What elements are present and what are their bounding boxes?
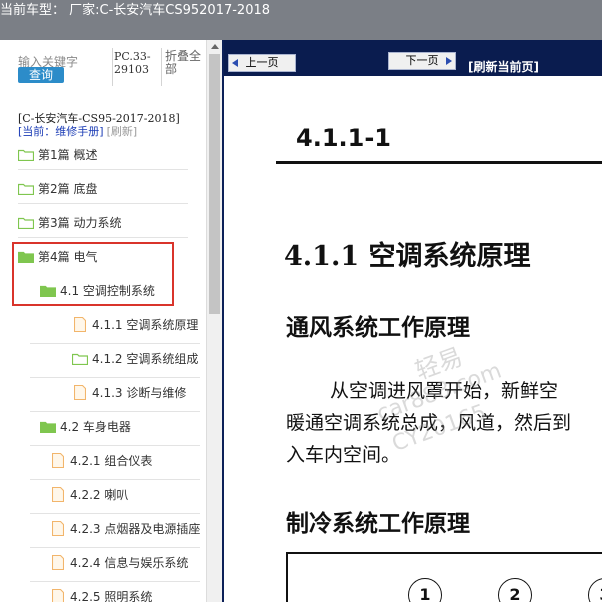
scrollbar-thumb[interactable]: [209, 54, 220, 314]
divider: [18, 237, 188, 238]
file-icon: [52, 589, 64, 602]
callout-2: 2: [498, 578, 532, 602]
breadcrumb-model: [C-长安汽车-CS95-2017-2018]: [18, 112, 180, 125]
prev-page-label: 上一页: [245, 56, 279, 69]
window-titlebar: 当前车型： 厂家:C-长安汽车CS952017-2018: [0, 0, 602, 40]
divider: [112, 48, 113, 86]
tree-item-label: 第2篇 底盘: [38, 182, 98, 196]
next-page-label: 下一页: [405, 54, 439, 67]
tree-item-label: 第1篇 概述: [38, 148, 98, 162]
folder-icon: [18, 217, 34, 229]
doc-code: PC.33-29103: [114, 50, 151, 76]
divider: [30, 343, 200, 344]
tree-item-label: 4.2.4 信息与娱乐系统: [70, 556, 189, 570]
divider: [30, 411, 200, 412]
divider: [30, 479, 200, 480]
prev-page-button[interactable]: 上一页: [228, 54, 296, 72]
selection-highlight-box: [12, 242, 174, 306]
arrow-left-icon: [232, 59, 238, 67]
breadcrumb-current[interactable]: [当前：维修手册]: [18, 125, 104, 138]
divider: [18, 203, 188, 204]
document-panel: 上一页 下一页 [刷新当前页] 4.1.1-1 4.1.1 空调系统原理 通风系…: [222, 40, 602, 602]
divider: [30, 581, 200, 582]
file-icon: [52, 487, 64, 502]
scroll-up-arrow-icon[interactable]: [211, 44, 219, 49]
divider: [30, 377, 200, 378]
diagram-figure: 1 2 3: [286, 552, 602, 602]
callout-1: 1: [408, 578, 442, 602]
tree-item-label: 4.2.2 喇叭: [70, 488, 129, 502]
refresh-page-link[interactable]: [刷新当前页]: [468, 58, 539, 75]
callout-3: 3: [588, 578, 602, 602]
window-title: 当前车型： 厂家:C-长安汽车CS952017-2018: [0, 3, 271, 18]
divider: [18, 169, 188, 170]
tree-item-label: 4.2 车身电器: [60, 420, 131, 434]
file-icon: [52, 521, 64, 536]
paragraph-line: 入车内空间。: [286, 444, 401, 466]
left-panel: 输入关键字 查询 PC.33-29103 折叠全部 [C-长安汽车-CS95-2…: [0, 40, 222, 602]
arrow-right-icon: [446, 57, 452, 65]
file-icon: [52, 453, 64, 468]
collapse-all-button[interactable]: 折叠全部: [165, 50, 205, 76]
tree-item-label: 第3篇 动力系统: [38, 216, 122, 230]
folder-icon: [18, 149, 34, 161]
file-icon: [52, 555, 64, 570]
tree-item-label: 4.1.3 诊断与维修: [92, 386, 187, 400]
breadcrumb: [C-长安汽车-CS95-2017-2018] [当前：维修手册] [刷新]: [18, 112, 180, 138]
file-icon: [74, 385, 86, 400]
folder-icon: [40, 421, 56, 433]
divider: [30, 513, 200, 514]
divider: [30, 445, 200, 446]
document-page: 4.1.1-1 4.1.1 空调系统原理 通风系统工作原理 从空调进风罩开始，新…: [224, 76, 602, 602]
folder-icon: [18, 183, 34, 195]
section-title: 制冷系统工作原理: [286, 510, 470, 537]
page-number: 4.1.1-1: [296, 124, 391, 152]
section-title: 通风系统工作原理: [286, 314, 470, 341]
divider: [161, 48, 162, 86]
breadcrumb-refresh-link[interactable]: [刷新]: [107, 125, 138, 138]
file-icon: [74, 317, 86, 332]
tree-item-label: 4.1.1 空调系统原理: [92, 318, 199, 332]
tree-item-label: 4.2.3 点烟器及电源插座: [70, 522, 201, 536]
tree-item-label: 4.1.2 空调系统组成: [92, 352, 199, 366]
tree-item-label: 4.2.1 组合仪表: [70, 454, 153, 468]
folder-icon: [72, 353, 88, 365]
divider: [276, 161, 602, 164]
search-button[interactable]: 查询: [18, 67, 64, 83]
document-heading: 4.1.1 空调系统原理: [284, 241, 531, 272]
divider: [30, 547, 200, 548]
tree-item-label: 4.2.5 照明系统: [70, 590, 153, 602]
next-page-button[interactable]: 下一页: [388, 52, 456, 70]
tree-scrollbar[interactable]: [206, 40, 222, 602]
document-toolbar: 上一页 下一页 [刷新当前页]: [224, 40, 602, 76]
